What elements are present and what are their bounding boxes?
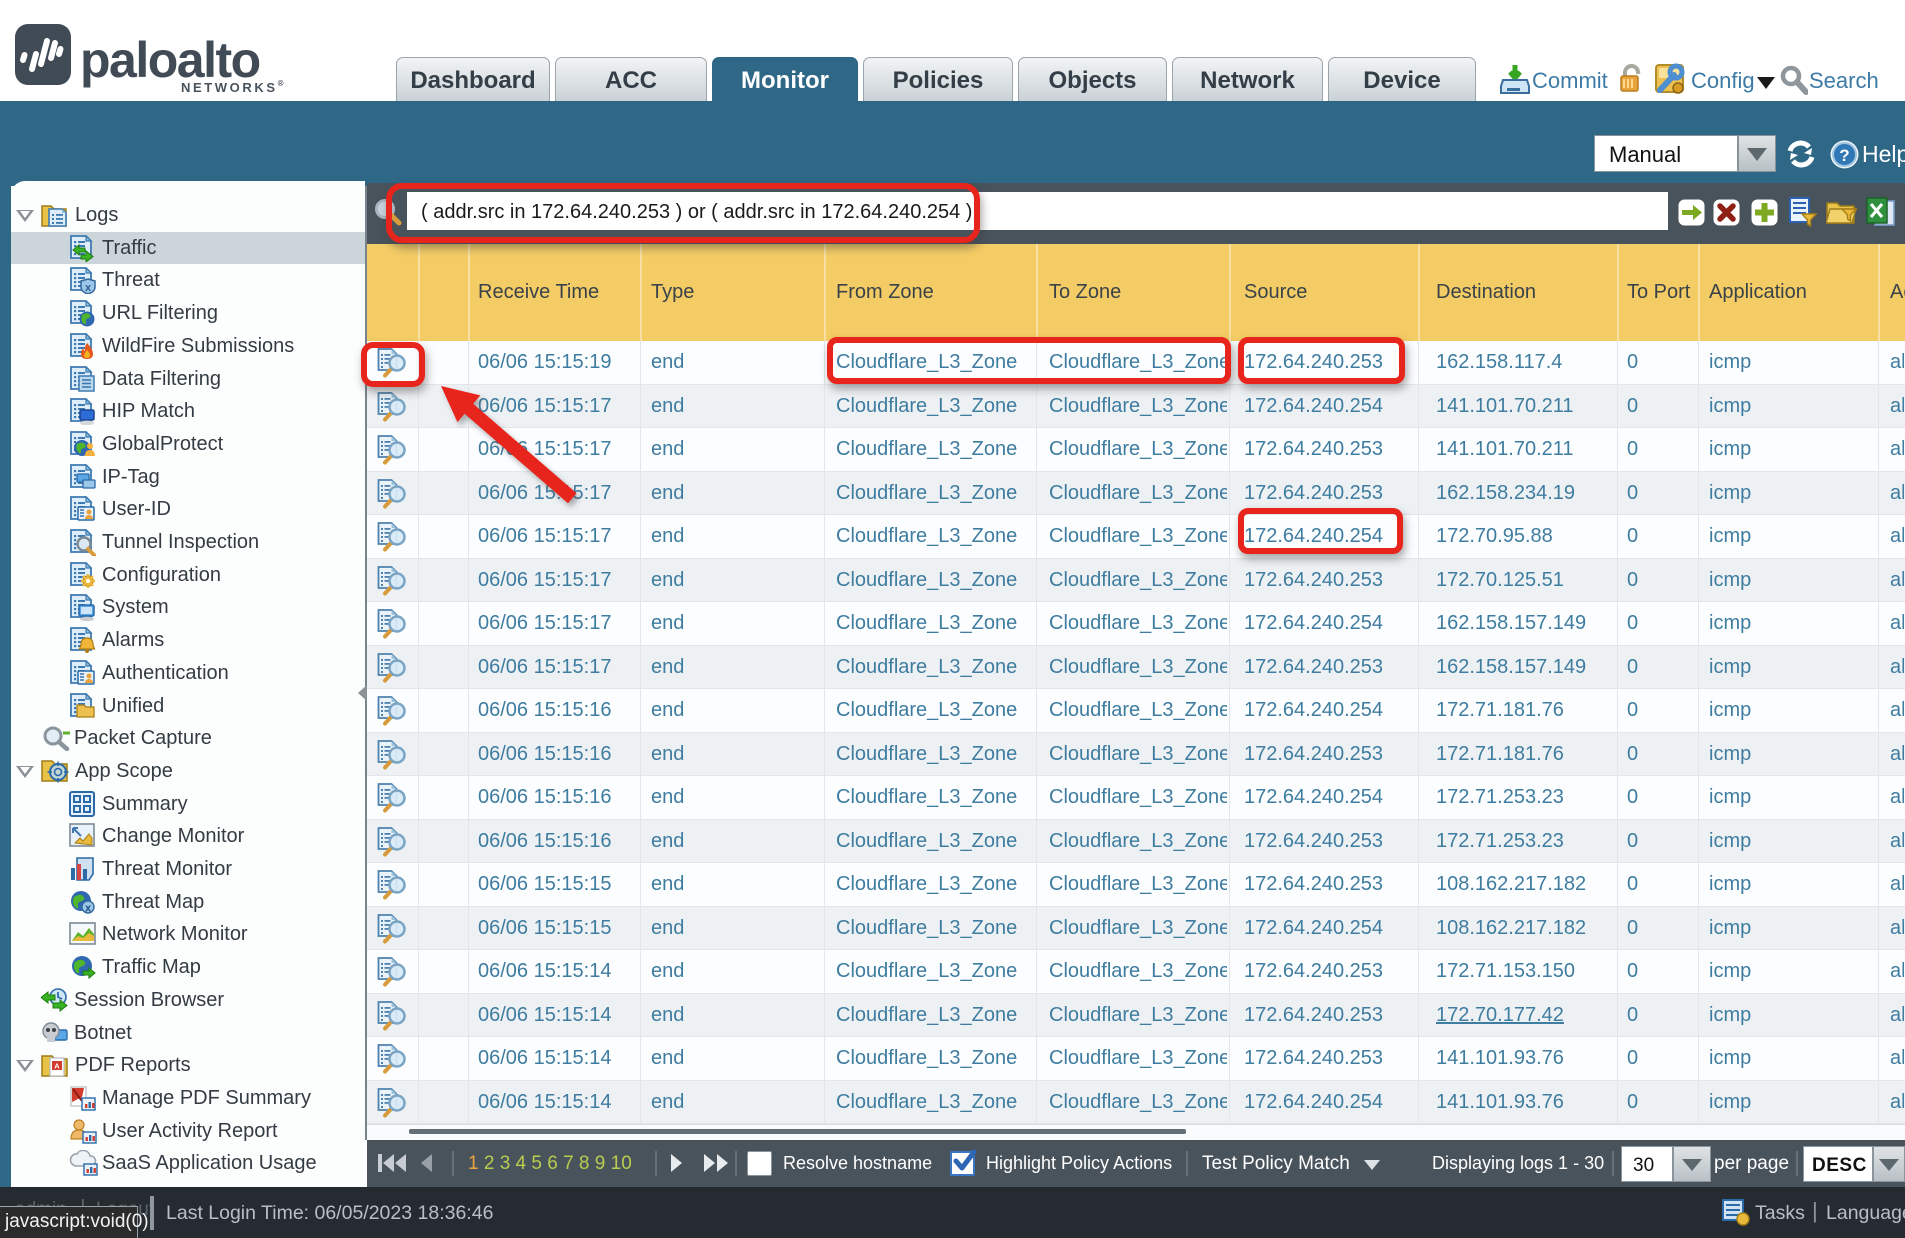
- svg-text:x: x: [85, 282, 92, 294]
- svg-text:?: ?: [1839, 146, 1849, 165]
- svg-text:x: x: [85, 902, 92, 914]
- svg-text:A: A: [54, 1062, 60, 1071]
